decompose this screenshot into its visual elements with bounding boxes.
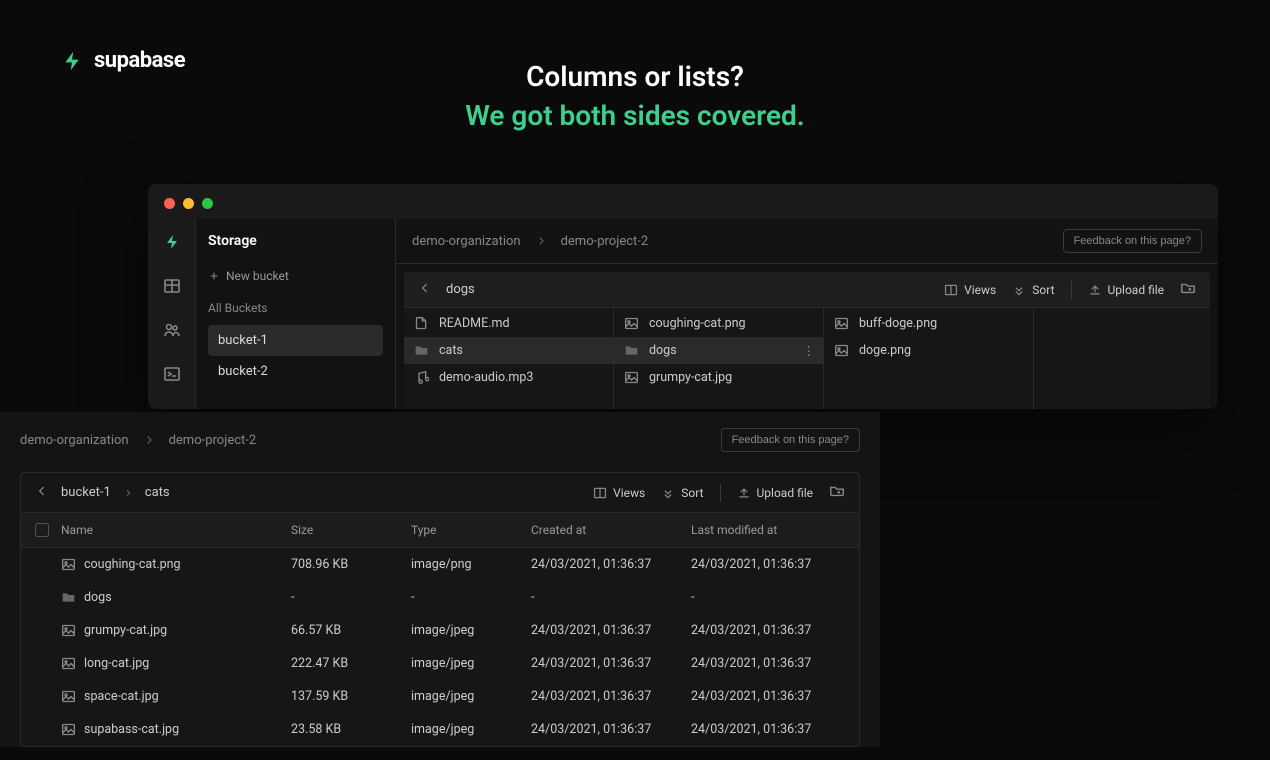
views-button[interactable]: Views: [593, 486, 645, 500]
back-button[interactable]: [418, 281, 432, 299]
columns-icon: [593, 486, 607, 500]
bucket-item[interactable]: bucket-2: [208, 356, 383, 387]
back-button[interactable]: [35, 484, 49, 502]
views-button[interactable]: Views: [944, 283, 996, 297]
path-segment[interactable]: cats: [145, 485, 170, 500]
sort-icon: [1012, 283, 1026, 297]
column-item[interactable]: cats: [404, 337, 613, 364]
breadcrumb-item[interactable]: demo-organization: [20, 433, 129, 448]
table-row[interactable]: space-cat.jpg 137.59 KB image/jpeg 24/03…: [21, 680, 859, 713]
breadcrumb: demo-organization demo-project-2: [20, 433, 256, 448]
toolbar: dogs Views Sort Upload file: [404, 272, 1210, 308]
new-folder-icon: [1180, 280, 1196, 296]
music-icon: [414, 370, 429, 385]
image-icon: [624, 316, 639, 331]
breadcrumb-item[interactable]: demo-project-2: [169, 433, 257, 448]
column-item[interactable]: README.md: [404, 310, 613, 337]
new-folder-icon: [829, 483, 845, 499]
upload-button[interactable]: Upload file: [737, 486, 813, 500]
columns-icon: [944, 283, 958, 297]
hero-headline-2: We got both sides covered.: [0, 99, 1270, 132]
image-icon: [834, 343, 849, 358]
image-icon: [624, 370, 639, 385]
feedback-button[interactable]: Feedback on this page?: [721, 428, 860, 452]
hero: Columns or lists? We got both sides cove…: [0, 60, 1270, 132]
column-browser: README.mdcatsdemo-audio.mp3coughing-cat.…: [404, 308, 1210, 409]
image-icon: [834, 316, 849, 331]
folder-icon: [61, 590, 76, 605]
table-row[interactable]: dogs - - - -: [21, 581, 859, 614]
plus-icon: [208, 270, 220, 282]
column-item[interactable]: demo-audio.mp3: [404, 364, 613, 391]
image-icon: [61, 623, 76, 638]
chevron-right-icon: [143, 434, 155, 446]
sidebar-title: Storage: [208, 233, 383, 249]
main-panel: demo-organization demo-project-2 Feedbac…: [396, 219, 1218, 409]
table-row[interactable]: coughing-cat.png 708.96 KB image/png 24/…: [21, 548, 859, 581]
col-modified[interactable]: Last modified at: [691, 523, 845, 537]
upload-icon: [1088, 283, 1102, 297]
breadcrumb: demo-organization demo-project-2: [412, 234, 648, 249]
maximize-window-button[interactable]: [202, 198, 213, 209]
toolbar: bucket-1 cats Views Sort Upload file: [21, 473, 859, 513]
image-icon: [61, 557, 76, 572]
table-row[interactable]: grumpy-cat.jpg 66.57 KB image/jpeg 24/03…: [21, 614, 859, 647]
upload-button[interactable]: Upload file: [1088, 283, 1164, 297]
close-window-button[interactable]: [164, 198, 175, 209]
folder-icon: [414, 343, 429, 358]
col-created[interactable]: Created at: [531, 523, 691, 537]
file-icon: [414, 316, 429, 331]
bolt-icon[interactable]: [163, 233, 181, 255]
path-segment[interactable]: bucket-1: [61, 485, 111, 500]
list-window: demo-organization demo-project-2 Feedbac…: [0, 412, 880, 747]
hero-headline-1: Columns or lists?: [0, 60, 1270, 93]
all-buckets-label: All Buckets: [208, 301, 383, 315]
upload-icon: [737, 486, 751, 500]
column-item[interactable]: doge.png: [824, 337, 1033, 364]
sort-button[interactable]: Sort: [1012, 283, 1054, 297]
col-name[interactable]: Name: [61, 523, 291, 537]
new-bucket-button[interactable]: New bucket: [208, 269, 383, 283]
new-folder-button[interactable]: [829, 483, 845, 502]
image-icon: [61, 689, 76, 704]
sidebar: Storage New bucket All Buckets bucket-1b…: [196, 219, 396, 409]
select-all-checkbox[interactable]: [35, 523, 49, 537]
chevron-right-icon: [123, 488, 133, 498]
more-icon[interactable]: ⋮: [803, 343, 816, 359]
sort-button[interactable]: Sort: [661, 486, 703, 500]
breadcrumb-item[interactable]: demo-organization: [412, 234, 521, 249]
column-item[interactable]: coughing-cat.png: [614, 310, 823, 337]
column-item[interactable]: buff-doge.png: [824, 310, 1033, 337]
col-type[interactable]: Type: [411, 523, 531, 537]
columns-window: Storage New bucket All Buckets bucket-1b…: [148, 184, 1218, 409]
image-icon: [61, 722, 76, 737]
column-item[interactable]: dogs⋮: [614, 337, 823, 364]
image-icon: [61, 656, 76, 671]
window-controls: [148, 184, 1218, 219]
path-current: dogs: [446, 282, 475, 297]
folder-icon: [624, 343, 639, 358]
users-icon[interactable]: [163, 321, 181, 343]
chevron-right-icon: [535, 235, 547, 247]
table-icon[interactable]: [163, 277, 181, 299]
sort-icon: [661, 486, 675, 500]
table-row[interactable]: supabass-cat.jpg 23.58 KB image/jpeg 24/…: [21, 713, 859, 746]
bucket-item[interactable]: bucket-1: [208, 325, 383, 356]
col-size[interactable]: Size: [291, 523, 411, 537]
table-row[interactable]: long-cat.jpg 222.47 KB image/jpeg 24/03/…: [21, 647, 859, 680]
feedback-button[interactable]: Feedback on this page?: [1063, 229, 1202, 253]
new-folder-button[interactable]: [1180, 280, 1196, 299]
breadcrumb-item[interactable]: demo-project-2: [561, 234, 649, 249]
terminal-icon[interactable]: [163, 365, 181, 387]
iconbar: [148, 219, 196, 409]
table-header: Name Size Type Created at Last modified …: [21, 513, 859, 548]
column-item[interactable]: grumpy-cat.jpg: [614, 364, 823, 391]
minimize-window-button[interactable]: [183, 198, 194, 209]
